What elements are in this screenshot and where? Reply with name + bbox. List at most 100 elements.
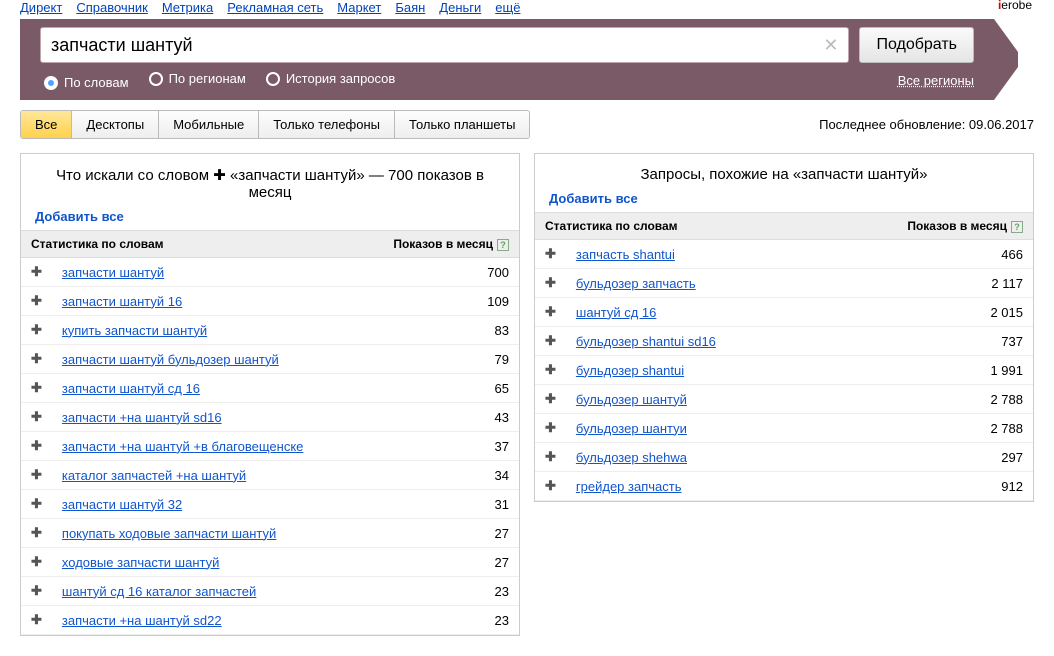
- count-cell: 912: [819, 472, 1033, 501]
- keyword-cell: запчасти +на шантуй sd22: [52, 606, 360, 635]
- col-count-header: Показов в месяц?: [819, 213, 1033, 240]
- keyword-cell: покупать ходовые запчасти шантуй: [52, 519, 360, 548]
- table-row: ✚каталог запчастей +на шантуй34: [21, 461, 519, 490]
- device-tab[interactable]: Только планшеты: [395, 111, 529, 138]
- keyword-link[interactable]: покупать ходовые запчасти шантуй: [62, 526, 276, 541]
- search-input[interactable]: [51, 29, 823, 61]
- top-nav-link[interactable]: Директ: [20, 0, 62, 15]
- keyword-link[interactable]: запчасти шантуй 16: [62, 294, 182, 309]
- add-icon[interactable]: ✚: [21, 548, 52, 577]
- count-cell: 23: [359, 577, 519, 606]
- count-cell: 2 117: [819, 269, 1033, 298]
- table-row: ✚запчасти шантуй 16109: [21, 287, 519, 316]
- filter-radio[interactable]: По регионам: [149, 71, 246, 86]
- brand-label: ierobe: [998, 0, 1032, 12]
- add-icon[interactable]: ✚: [535, 385, 566, 414]
- keyword-link[interactable]: запчасти шантуй бульдозер шантуй: [62, 352, 279, 367]
- add-icon[interactable]: ✚: [535, 327, 566, 356]
- keyword-link[interactable]: купить запчасти шантуй: [62, 323, 207, 338]
- keyword-link[interactable]: бульдозер shantui: [576, 363, 684, 378]
- add-icon[interactable]: ✚: [21, 519, 52, 548]
- keyword-link[interactable]: бульдозер шантуи: [576, 421, 687, 436]
- keyword-link[interactable]: запчасти шантуй сд 16: [62, 381, 200, 396]
- keyword-cell: бульдозер шантуй: [566, 385, 819, 414]
- count-cell: 1 991: [819, 356, 1033, 385]
- submit-button[interactable]: Подобрать: [859, 27, 974, 63]
- keyword-link[interactable]: бульдозер shantui sd16: [576, 334, 716, 349]
- device-tab[interactable]: Все: [21, 111, 72, 138]
- keyword-link[interactable]: шантуй сд 16: [576, 305, 656, 320]
- add-icon[interactable]: ✚: [21, 403, 52, 432]
- keyword-link[interactable]: шантуй сд 16 каталог запчастей: [62, 584, 256, 599]
- keyword-link[interactable]: бульдозер шантуй: [576, 392, 687, 407]
- add-icon[interactable]: ✚: [535, 298, 566, 327]
- col-stat-header: Статистика по словам: [21, 231, 359, 258]
- add-icon[interactable]: ✚: [21, 258, 52, 287]
- add-icon[interactable]: ✚: [535, 443, 566, 472]
- table-row: ✚ запчасти шантуй бульдозер шантуй 79: [21, 345, 519, 374]
- top-nav-link[interactable]: Маркет: [337, 0, 381, 15]
- left-panel-title: Что искали со словом ✚ «запчасти шантуй»…: [21, 154, 519, 209]
- count-cell: 79: [359, 345, 519, 374]
- help-icon[interactable]: ?: [1011, 221, 1023, 233]
- add-icon[interactable]: ✚: [21, 461, 52, 490]
- table-row: ✚ запчасти шантуй 32 31: [21, 490, 519, 519]
- keyword-link[interactable]: запчасти +на шантуй sd16: [62, 410, 222, 425]
- device-tab[interactable]: Мобильные: [159, 111, 259, 138]
- add-icon[interactable]: ✚: [535, 240, 566, 269]
- add-icon[interactable]: ✚: [21, 345, 52, 374]
- add-icon[interactable]: ✚: [21, 606, 52, 635]
- top-nav-link[interactable]: ещё: [495, 0, 520, 15]
- search-input-wrap: ✕: [40, 27, 849, 63]
- filter-radio[interactable]: По словам: [44, 75, 129, 90]
- top-nav-link[interactable]: Справочник: [76, 0, 148, 15]
- table-row: ✚ запчасти шантуй 700: [21, 258, 519, 287]
- col-count-header: Показов в месяц?: [359, 231, 519, 258]
- help-icon[interactable]: ?: [497, 239, 509, 251]
- add-icon[interactable]: ✚: [535, 269, 566, 298]
- keyword-cell: запчасти шантуй 32: [52, 490, 360, 519]
- count-cell: 27: [359, 519, 519, 548]
- count-cell: 23: [359, 606, 519, 635]
- top-nav-link[interactable]: Рекламная сеть: [227, 0, 323, 15]
- device-tab[interactable]: Только телефоны: [259, 111, 395, 138]
- count-cell: 297: [819, 443, 1033, 472]
- keyword-link[interactable]: ходовые запчасти шантуй: [62, 555, 219, 570]
- keyword-cell: бульдозер shantui: [566, 356, 819, 385]
- add-all-left[interactable]: Добавить все: [21, 209, 138, 224]
- count-cell: 737: [819, 327, 1033, 356]
- keyword-link[interactable]: бульдозер запчасть: [576, 276, 696, 291]
- add-icon[interactable]: ✚: [21, 490, 52, 519]
- clear-icon[interactable]: ✕: [823, 35, 838, 56]
- filter-radio[interactable]: История запросов: [266, 71, 396, 86]
- add-icon[interactable]: ✚: [21, 577, 52, 606]
- keyword-link[interactable]: бульдозер shehwa: [576, 450, 687, 465]
- keyword-link[interactable]: каталог запчастей +на шантуй: [62, 468, 246, 483]
- add-icon[interactable]: ✚: [21, 316, 52, 345]
- device-tab[interactable]: Десктопы: [72, 111, 159, 138]
- count-cell: 31: [359, 490, 519, 519]
- count-cell: 700: [359, 258, 519, 287]
- all-regions-link[interactable]: Все регионы: [898, 73, 974, 88]
- count-cell: 65: [359, 374, 519, 403]
- keyword-link[interactable]: грейдер запчасть: [576, 479, 682, 494]
- add-icon[interactable]: ✚: [535, 356, 566, 385]
- top-nav-link[interactable]: Баян: [395, 0, 425, 15]
- top-nav-link[interactable]: Метрика: [162, 0, 213, 15]
- add-icon[interactable]: ✚: [21, 287, 52, 316]
- add-icon[interactable]: ✚: [535, 414, 566, 443]
- keyword-link[interactable]: запчасти +на шантуй +в благовещенске: [62, 439, 303, 454]
- keyword-link[interactable]: запчасти шантуй 32: [62, 497, 182, 512]
- table-row: ✚ бульдозер shehwa 297: [535, 443, 1033, 472]
- keyword-link[interactable]: запчасти шантуй: [62, 265, 164, 280]
- add-all-right[interactable]: Добавить все: [535, 191, 652, 206]
- add-icon[interactable]: ✚: [21, 374, 52, 403]
- count-cell: 43: [359, 403, 519, 432]
- add-icon[interactable]: ✚: [21, 432, 52, 461]
- filters-row: По словам По регионам История запросов Все…: [40, 63, 974, 100]
- table-row: ✚купить запчасти шантуй83: [21, 316, 519, 345]
- add-icon[interactable]: ✚: [535, 472, 566, 501]
- keyword-link[interactable]: запчасть shantui: [576, 247, 675, 262]
- keyword-link[interactable]: запчасти +на шантуй sd22: [62, 613, 222, 628]
- top-nav-link[interactable]: Деньги: [439, 0, 481, 15]
